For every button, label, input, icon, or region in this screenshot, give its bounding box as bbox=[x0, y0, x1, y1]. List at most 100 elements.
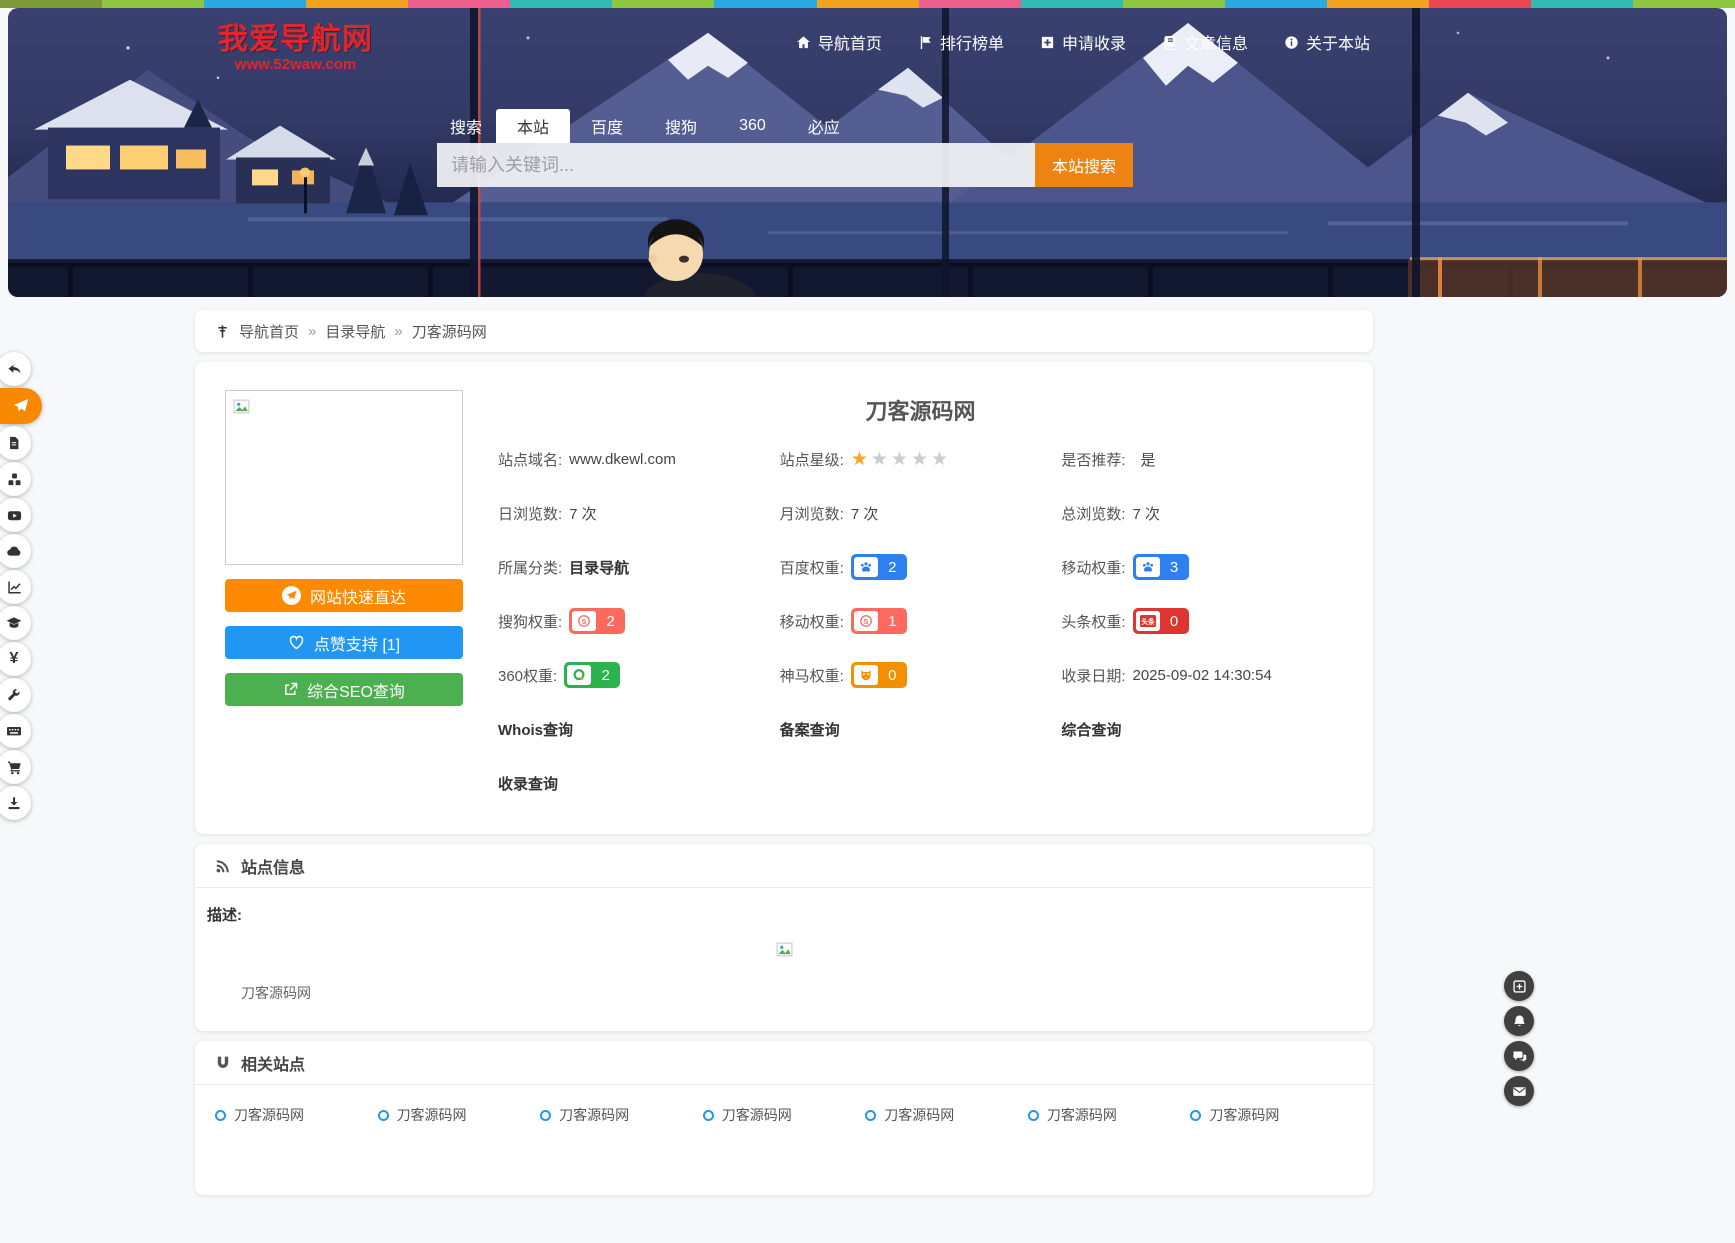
detail-shoulu-query: 收录查询 bbox=[498, 756, 780, 810]
stripe-segment bbox=[1021, 0, 1123, 8]
description-label: 描述: bbox=[207, 904, 1361, 925]
tab-sogou[interactable]: 搜狗 bbox=[644, 109, 718, 143]
sidebar-item-articles[interactable] bbox=[0, 426, 31, 460]
sidebar-item-download[interactable] bbox=[0, 786, 31, 820]
floating-mail-button[interactable] bbox=[1504, 1076, 1534, 1106]
sidebar-item-video[interactable] bbox=[0, 498, 31, 532]
related-site-link[interactable]: 刀客源码网 bbox=[215, 1105, 378, 1125]
paper-plane-icon bbox=[13, 398, 29, 414]
related-site-link[interactable]: 刀客源码网 bbox=[378, 1105, 541, 1125]
sidebar-item-tools[interactable] bbox=[0, 678, 31, 712]
sidebar-item-back[interactable] bbox=[0, 352, 31, 386]
badge-value: 0 bbox=[1160, 613, 1189, 630]
breadcrumb-current: 刀客源码网 bbox=[412, 321, 487, 342]
zonghe-query-link[interactable]: 综合查询 bbox=[1061, 719, 1121, 740]
nav-label: 导航首页 bbox=[818, 30, 882, 54]
detail-category: 所属分类: 目录导航 bbox=[498, 540, 780, 594]
nav-item-articles[interactable]: 文章信息 bbox=[1162, 30, 1248, 54]
detail-label: 360权重: bbox=[498, 665, 557, 686]
floating-add-button[interactable] bbox=[1504, 971, 1534, 1001]
floating-notification-button[interactable] bbox=[1504, 1006, 1534, 1036]
badge-value: 0 bbox=[878, 667, 907, 684]
tab-baidu[interactable]: 百度 bbox=[570, 109, 644, 143]
nav-item-about[interactable]: 关于本站 bbox=[1284, 30, 1370, 54]
svg-text:S: S bbox=[582, 617, 587, 626]
detail-value: www.dkewl.com bbox=[569, 451, 676, 468]
tab-360[interactable]: 360 bbox=[718, 109, 787, 143]
search-input[interactable] bbox=[437, 143, 1035, 187]
book-icon bbox=[1162, 35, 1177, 50]
site-detail-card: 网站快速直达 点赞支持 [1] 综合SEO查询 刀客源码网 站点域名: www.… bbox=[195, 362, 1373, 834]
tab-local-site[interactable]: 本站 bbox=[496, 109, 570, 143]
nav-item-rankings[interactable]: 排行榜单 bbox=[918, 30, 1004, 54]
whois-query-link[interactable]: Whois查询 bbox=[498, 719, 573, 740]
search-engine-tabs: 搜索 本站 百度 搜狗 360 必应 bbox=[437, 109, 1133, 143]
seo-label: 综合SEO查询 bbox=[307, 678, 405, 702]
site-ring-icon bbox=[1028, 1110, 1039, 1121]
cloud-icon bbox=[6, 543, 22, 559]
nav-label: 关于本站 bbox=[1306, 30, 1370, 54]
content-column: 导航首页 » 目录导航 » 刀客源码网 网站快速直达 点赞支持 [1] bbox=[195, 310, 1373, 1195]
related-site-link[interactable]: 刀客源码网 bbox=[865, 1105, 1028, 1125]
graduation-cap-icon bbox=[6, 615, 22, 631]
detail-zonghe-query: 综合查询 bbox=[1061, 702, 1343, 756]
broken-image-icon bbox=[776, 941, 793, 958]
quick-visit-button[interactable]: 网站快速直达 bbox=[225, 579, 463, 612]
related-site-name: 刀客源码网 bbox=[722, 1105, 792, 1125]
related-site-link[interactable]: 刀客源码网 bbox=[1028, 1105, 1191, 1125]
detail-daily-views: 日浏览数: 7 次 bbox=[498, 486, 780, 540]
plus-square-icon bbox=[1040, 35, 1055, 50]
shenma-weight-badge[interactable]: 0 bbox=[851, 662, 907, 688]
baidu-weight-badge[interactable]: 2 bbox=[851, 554, 907, 580]
badge-value: 3 bbox=[1160, 559, 1189, 576]
site-ring-icon bbox=[215, 1110, 226, 1121]
sidebar-item-study[interactable] bbox=[0, 606, 31, 640]
related-site-name: 刀客源码网 bbox=[397, 1105, 467, 1125]
related-site-link[interactable]: 刀客源码网 bbox=[540, 1105, 703, 1125]
related-site-name: 刀客源码网 bbox=[884, 1105, 954, 1125]
detail-label: 是否推荐: bbox=[1061, 449, 1125, 470]
sogou-mobile-weight-badge[interactable]: S 1 bbox=[851, 608, 907, 634]
sidebar-item-pay[interactable]: ¥ bbox=[0, 642, 31, 676]
sidebar-item-cloud[interactable] bbox=[0, 534, 31, 568]
nav-label: 文章信息 bbox=[1184, 30, 1248, 54]
baidu-mobile-weight-badge[interactable]: 3 bbox=[1133, 554, 1189, 580]
baidu-paw-icon bbox=[854, 557, 878, 577]
detail-value: 7 次 bbox=[851, 503, 879, 524]
floating-chat-button[interactable] bbox=[1504, 1041, 1534, 1071]
site-logo[interactable]: 我爱导航网 www.52waw.com bbox=[208, 14, 383, 73]
weight-360-badge[interactable]: 2 bbox=[564, 662, 620, 688]
breadcrumb-category[interactable]: 目录导航 bbox=[325, 321, 385, 342]
stripe-segment bbox=[612, 0, 714, 8]
detail-value: 2025-09-02 14:30:54 bbox=[1133, 667, 1272, 684]
sidebar-item-trends[interactable] bbox=[0, 570, 31, 604]
sidebar-item-apps[interactable] bbox=[0, 462, 31, 496]
related-site-link[interactable]: 刀客源码网 bbox=[703, 1105, 866, 1125]
like-button[interactable]: 点赞支持 [1] bbox=[225, 626, 463, 659]
tab-bing[interactable]: 必应 bbox=[787, 109, 861, 143]
sidebar-item-quick-visit[interactable] bbox=[0, 388, 42, 424]
beian-query-link[interactable]: 备案查询 bbox=[780, 719, 840, 740]
detail-value: 是 bbox=[1141, 449, 1156, 470]
nav-item-home[interactable]: 导航首页 bbox=[796, 30, 882, 54]
stripe-segment bbox=[919, 0, 1021, 8]
search-button[interactable]: 本站搜索 bbox=[1035, 143, 1133, 187]
related-site-link[interactable]: 刀客源码网 bbox=[1190, 1105, 1353, 1125]
detail-label: 搜狗权重: bbox=[498, 611, 562, 632]
breadcrumb-home[interactable]: 导航首页 bbox=[239, 321, 299, 342]
shoulu-query-link[interactable]: 收录查询 bbox=[498, 773, 558, 794]
external-link-icon bbox=[283, 682, 298, 697]
sidebar-item-typing[interactable] bbox=[0, 714, 31, 748]
detail-toutiao-weight: 头条权重: 头条 0 bbox=[1061, 594, 1343, 648]
sogou-icon: S bbox=[572, 611, 596, 631]
category-link[interactable]: 目录导航 bbox=[569, 557, 629, 578]
seo-query-button[interactable]: 综合SEO查询 bbox=[225, 673, 463, 706]
sogou-weight-badge[interactable]: S 2 bbox=[569, 608, 625, 634]
search-row: 本站搜索 bbox=[437, 143, 1133, 187]
sidebar-item-shop[interactable] bbox=[0, 750, 31, 784]
nav-item-submit[interactable]: 申请收录 bbox=[1040, 30, 1126, 54]
stripe-segment bbox=[0, 0, 102, 8]
site-detail-grid: 站点域名: www.dkewl.com 站点星级: ★★★★★ 是否推荐: 是 … bbox=[498, 432, 1343, 810]
toutiao-weight-badge[interactable]: 头条 0 bbox=[1133, 608, 1189, 634]
reply-icon bbox=[7, 362, 22, 377]
